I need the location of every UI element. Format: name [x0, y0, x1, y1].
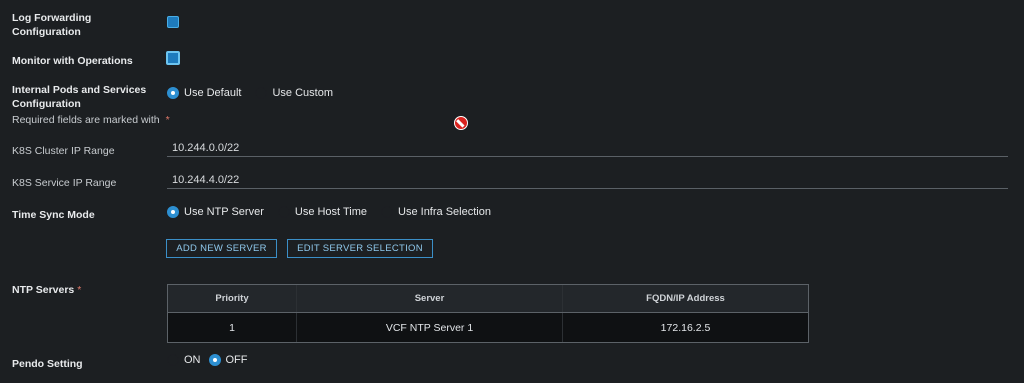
k8s-service-underline [167, 188, 1008, 189]
cell-server: VCF NTP Server 1 [297, 313, 563, 342]
radio-use-ntp-server-label[interactable]: Use NTP Server [184, 206, 264, 218]
k8s-service-label: K8S Service IP Range [12, 177, 117, 189]
column-header-server[interactable]: Server [297, 285, 563, 312]
required-asterisk: * [165, 114, 170, 126]
k8s-service-input[interactable]: 10.244.4.0/22 [172, 174, 1008, 189]
radio-pendo-off[interactable] [208, 354, 221, 366]
time-sync-radio-group: Use NTP Server Use Host Time Use Infra S… [167, 205, 505, 219]
radio-pendo-on[interactable] [167, 354, 179, 366]
edit-server-selection-button[interactable]: EDIT SERVER SELECTION [287, 239, 433, 258]
column-header-priority[interactable]: Priority [168, 285, 297, 312]
internal-pods-radio-group: Use Default Use Custom [167, 86, 347, 100]
radio-use-host-time[interactable] [277, 206, 290, 218]
add-new-server-button[interactable]: ADD NEW SERVER [166, 239, 277, 258]
ntp-servers-label: NTP Servers * [12, 283, 81, 297]
log-forwarding-checkbox[interactable] [167, 16, 179, 28]
radio-use-host-time-label[interactable]: Use Host Time [295, 206, 367, 218]
log-forwarding-label-line1: Log Forwarding [12, 12, 92, 24]
internal-pods-label-line2: Configuration [12, 98, 81, 110]
no-entry-icon [454, 116, 468, 130]
pendo-radio-group: ON OFF [167, 353, 262, 367]
radio-pendo-off-label[interactable]: OFF [226, 354, 248, 366]
cell-address: 172.16.2.5 [660, 321, 711, 334]
table-row[interactable]: 1 VCF NTP Server 1 172.16.2.5 [168, 313, 808, 342]
ntp-servers-table: Priority Server FQDN/IP Address 1 VCF NT… [167, 284, 809, 343]
column-header-address[interactable]: FQDN/IP Address [563, 285, 808, 312]
internal-pods-label: Internal Pods and Services Configuration [12, 83, 162, 111]
required-fields-hint: Required fields are marked with * [12, 114, 170, 126]
radio-use-infra-selection[interactable] [381, 206, 394, 218]
table-header: Priority Server FQDN/IP Address [168, 285, 808, 313]
ntp-servers-label-text: NTP Servers [12, 284, 75, 296]
radio-use-ntp-server[interactable] [167, 206, 179, 218]
radio-pendo-on-label[interactable]: ON [184, 354, 201, 366]
internal-pods-label-line1: Internal Pods and Services [12, 84, 147, 96]
log-forwarding-label: Log Forwarding Configuration [12, 11, 152, 39]
radio-use-default-label[interactable]: Use Default [184, 87, 241, 99]
radio-use-infra-selection-label[interactable]: Use Infra Selection [398, 206, 491, 218]
radio-use-default[interactable] [167, 87, 179, 99]
time-sync-label: Time Sync Mode [12, 209, 95, 221]
log-forwarding-label-line2: Configuration [12, 26, 81, 38]
k8s-cluster-underline [167, 156, 1008, 157]
required-fields-text: Required fields are marked with [12, 114, 160, 126]
radio-use-custom-label[interactable]: Use Custom [272, 87, 333, 99]
k8s-cluster-input[interactable]: 10.244.0.0/22 [172, 142, 1008, 157]
monitor-operations-label: Monitor with Operations [12, 55, 133, 67]
cell-priority: 1 [168, 313, 297, 342]
monitor-operations-checkbox[interactable] [166, 51, 180, 65]
pendo-setting-label: Pendo Setting [12, 358, 83, 370]
k8s-cluster-label: K8S Cluster IP Range [12, 145, 115, 157]
ntp-servers-required-asterisk: * [77, 284, 82, 296]
radio-use-custom[interactable] [255, 87, 268, 99]
